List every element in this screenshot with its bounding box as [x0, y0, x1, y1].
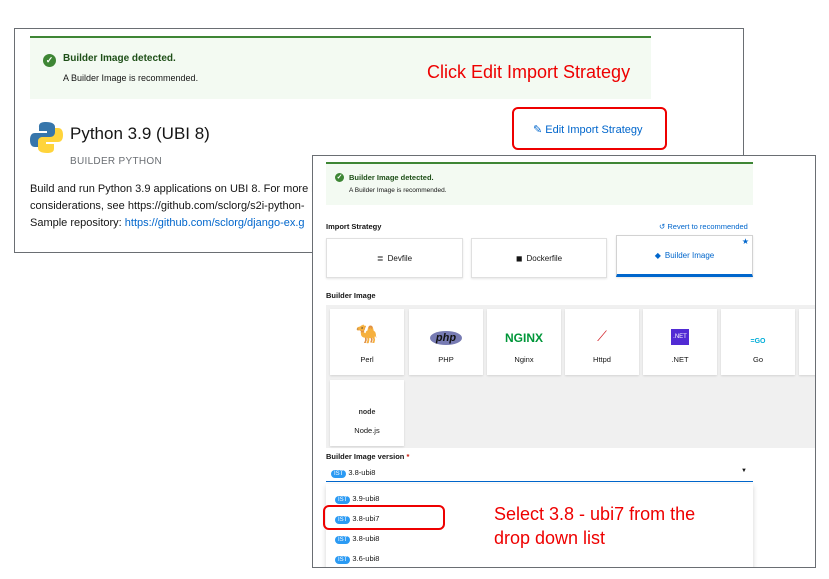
import-strategy-label: Import Strategy [326, 222, 382, 231]
caret-down-icon: ▼ [741, 468, 747, 474]
builder-image-httpd[interactable]: ⟋ Httpd [565, 309, 639, 375]
version-selected-value: 3.8-ubi8 [348, 468, 376, 477]
annotation-step2-line2: drop down list [494, 528, 606, 548]
highlight-option-3-8-ubi7 [323, 505, 445, 530]
image-label: PHP [438, 355, 454, 364]
builder-image-label: Builder Image [326, 291, 376, 300]
strategy-label: Dockerfile [526, 253, 563, 263]
ist-badge: IST [335, 556, 351, 564]
git-icon: ◆ [654, 250, 661, 260]
required-marker: * [406, 452, 410, 461]
strategy-label: Builder Image [664, 250, 715, 260]
ist-badge: IST [331, 470, 347, 478]
builder-image-php[interactable]: php PHP [409, 309, 483, 375]
alert-title: Builder Image detected. [349, 173, 434, 182]
revert-to-recommended-link[interactable]: ↺ Revert to recommended [659, 222, 748, 231]
alert-body: A Builder Image is recommended. [349, 187, 447, 194]
version-option[interactable]: IST 3.6-ubi8 [335, 554, 379, 564]
feather-icon: ⟋ [597, 328, 607, 344]
strategy-devfile[interactable]: ≣ Devfile [326, 238, 463, 278]
nginx-logo-icon: NGINX [504, 331, 543, 345]
edit-import-strategy-button[interactable]: ✎ Edit Import Strategy [533, 123, 643, 136]
annotation-step2: Select 3.8 - ubi7 from the drop down list [494, 502, 695, 550]
revert-label: Revert to recommended [667, 222, 748, 231]
annotation-step1: Click Edit Import Strategy [427, 62, 631, 82]
check-circle-icon: ✓ [43, 54, 56, 67]
builder-image-go[interactable]: =GO Go [721, 309, 795, 375]
go-logo-icon: =GO [750, 338, 766, 345]
alert-title: Builder Image detected. [63, 53, 176, 64]
option-label: 3.8-ubi8 [352, 534, 380, 543]
builder-image-nginx[interactable]: NGINX Nginx [487, 309, 561, 375]
form-success-alert: ✓ Builder Image detected. A Builder Imag… [326, 162, 753, 205]
builder-image-grid: 🐪 Perl php PHP NGINX Nginx ⟋ Httpd .NET .NET … [326, 305, 815, 448]
builder-image-dotnet[interactable]: .NET .NET [643, 309, 717, 375]
builder-title: Python 3.9 (UBI 8) [70, 124, 210, 143]
sample-repository: Sample repository: https://github.com/sc… [30, 217, 305, 229]
strategy-dockerfile[interactable]: ◼ Dockerfile [471, 238, 607, 278]
strategy-label: Devfile [387, 253, 413, 263]
check-circle-icon: ✓ [335, 173, 344, 182]
image-label: Perl [360, 355, 374, 364]
python-logo-icon [30, 122, 63, 153]
ist-badge: IST [335, 536, 351, 544]
strategy-builder-image[interactable]: ◆ Builder Image ★ [616, 235, 753, 277]
star-icon: ★ [741, 237, 749, 246]
version-option[interactable]: IST 3.9-ubi8 [335, 494, 379, 504]
builder-description-2: considerations, see https://github.com/s… [30, 200, 305, 212]
sample-label: Sample repository: [30, 217, 125, 229]
builder-subtitle: BUILDER PYTHON [70, 156, 162, 167]
alert-body: A Builder Image is recommended. [63, 73, 199, 83]
builder-image-nodejs[interactable]: node Node.js [330, 380, 404, 446]
pencil-icon: ✎ [533, 124, 543, 136]
image-label: Node.js [354, 426, 380, 435]
layers-icon: ≣ [376, 253, 384, 263]
builder-image-more[interactable] [799, 309, 815, 375]
annotation-step2-line1: Select 3.8 - ubi7 from the [494, 504, 696, 524]
edit-import-strategy-label: Edit Import Strategy [545, 124, 643, 136]
undo-icon: ↺ [659, 222, 666, 231]
version-label-text: Builder Image version [326, 452, 405, 461]
builder-image-perl[interactable]: 🐪 Perl [330, 309, 404, 375]
image-label: Httpd [593, 355, 611, 364]
option-label: 3.9-ubi8 [352, 494, 380, 503]
dotnet-logo-icon: .NET [671, 329, 689, 345]
ist-badge: IST [335, 496, 351, 504]
version-option[interactable]: IST 3.8-ubi8 [335, 534, 379, 544]
camel-icon: 🐪 [355, 324, 379, 344]
sample-repository-link[interactable]: https://github.com/sclorg/django-ex.g [125, 217, 305, 229]
option-label: 3.6-ubi8 [352, 554, 380, 563]
builder-description: Build and run Python 3.9 applications on… [30, 183, 314, 195]
php-logo-icon: php [429, 331, 463, 345]
version-select[interactable]: IST 3.8-ubi8 ▼ [326, 465, 753, 482]
image-label: Nginx [514, 355, 534, 364]
image-label: Go [752, 355, 763, 364]
version-label: Builder Image version * [326, 452, 409, 461]
cube-icon: ◼ [515, 253, 523, 263]
node-logo-icon: node [358, 409, 376, 416]
image-label: .NET [671, 355, 689, 364]
